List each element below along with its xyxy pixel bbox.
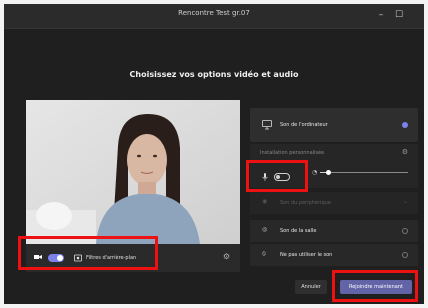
no-audio-label: Ne pas utiliser le son	[280, 252, 333, 258]
highlight-join-button	[332, 270, 418, 302]
highlight-microphone-toggle	[246, 160, 308, 192]
custom-setup-label: Installation personnalisée	[260, 150, 325, 156]
room-audio-label: Son de la salle	[280, 228, 317, 234]
volume-thumb[interactable]	[326, 170, 331, 175]
volume-slider[interactable]	[320, 170, 408, 175]
minimize-icon[interactable]: –	[374, 8, 388, 22]
speaker-icon: ◔	[312, 169, 318, 176]
title-bar: Rencontre Test gr.07 – ☐	[4, 4, 424, 29]
gear-icon[interactable]: ⚙	[223, 252, 230, 261]
room-audio-option[interactable]: ◎ Son de la salle	[250, 220, 418, 242]
camera-preview	[26, 100, 240, 244]
room-audio-icon: ◎	[262, 226, 268, 233]
dialog-heading: Choisissez vos options vidéo et audio	[129, 70, 299, 79]
speaker-label: Son du périphérique	[280, 200, 331, 206]
no-audio-radio[interactable]	[402, 252, 408, 258]
app-window: Rencontre Test gr.07 – ☐ Choisissez vos …	[4, 4, 424, 304]
maximize-icon[interactable]: ☐	[392, 8, 406, 22]
computer-audio-option[interactable]: Son de l'ordinateur	[250, 108, 418, 142]
settings-icon[interactable]: ⚙	[402, 148, 408, 156]
highlight-video-controls	[18, 236, 158, 270]
monitor-icon	[262, 120, 272, 130]
no-audio-option[interactable]: ⦸ Ne pas utiliser le son	[250, 244, 418, 266]
speaker-device-icon: ◉	[262, 198, 268, 205]
chevron-down-icon: ⌄	[402, 198, 408, 205]
cancel-button[interactable]: Annuler	[295, 280, 327, 294]
room-audio-radio[interactable]	[402, 228, 408, 234]
speaker-dropdown[interactable]: ◉ Son du périphérique ⌄	[250, 192, 418, 214]
window-title: Rencontre Test gr.07	[178, 9, 250, 17]
person-image	[26, 100, 240, 244]
computer-audio-radio[interactable]	[402, 122, 408, 128]
mute-icon: ⦸	[262, 250, 266, 257]
computer-audio-label: Son de l'ordinateur	[280, 122, 328, 128]
